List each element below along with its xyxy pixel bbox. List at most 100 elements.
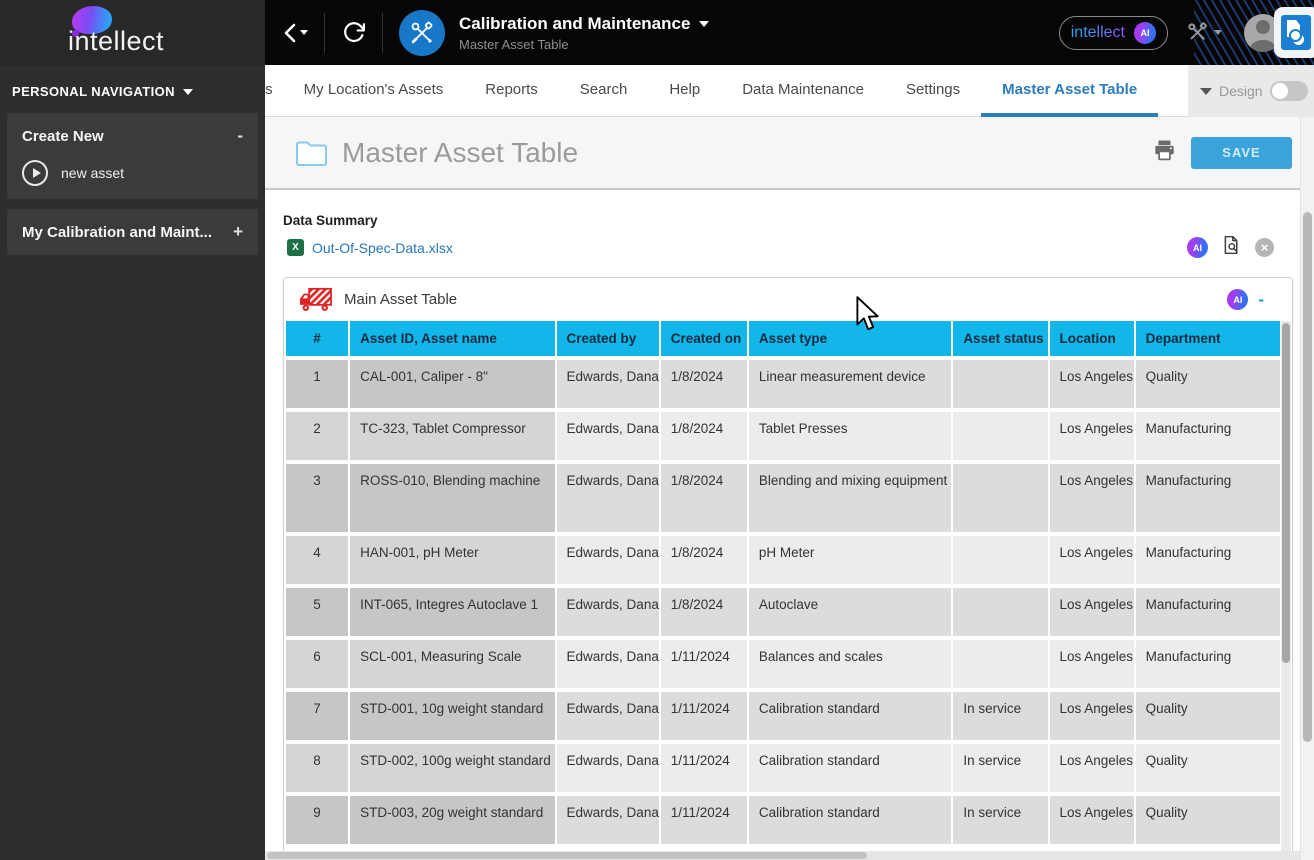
data-summary-file-link[interactable]: Out-Of-Spec-Data.xlsx: [312, 240, 453, 256]
table-row[interactable]: 1CAL-001, Caliper - 8"Edwards, Dana1/8/2…: [286, 360, 1280, 408]
app-title[interactable]: Calibration and Maintenance: [459, 14, 690, 34]
print-button[interactable]: [1152, 138, 1177, 167]
close-icon[interactable]: ×: [1255, 238, 1274, 257]
table-cell: 5: [286, 588, 348, 636]
table-cell: Calibration standard: [749, 796, 951, 844]
table-cell: Balances and scales: [749, 640, 951, 688]
column-header[interactable]: Department: [1136, 321, 1280, 356]
preview-document-button[interactable]: [1221, 234, 1242, 261]
table-row[interactable]: 8STD-002, 100g weight standardEdwards, D…: [286, 744, 1280, 792]
tab-data-maintenance[interactable]: Data Maintenance: [721, 65, 885, 117]
collapse-panel-button[interactable]: -: [1258, 291, 1264, 308]
table-cell: Manufacturing: [1136, 640, 1280, 688]
ai-brain-icon[interactable]: AI: [1187, 237, 1208, 258]
table-row[interactable]: 5INT-065, Integres Autoclave 1Edwards, D…: [286, 588, 1280, 636]
design-toggle-switch[interactable]: [1270, 81, 1308, 101]
chevron-down-icon: [300, 30, 308, 35]
collapse-minus-icon[interactable]: -: [237, 126, 243, 146]
column-header[interactable]: Asset status: [953, 321, 1047, 356]
table-row[interactable]: 2TC-323, Tablet CompressorEdwards, Dana1…: [286, 412, 1280, 460]
ai-brain-icon[interactable]: AI: [1227, 289, 1248, 310]
table-cell: Edwards, Dana: [557, 412, 659, 460]
tab-my-location-s-assets[interactable]: My Location's Assets: [283, 65, 465, 117]
table-cell: HAN-001, pH Meter: [350, 536, 554, 584]
column-header[interactable]: Asset ID, Asset name: [350, 321, 554, 356]
column-header[interactable]: Created on: [661, 321, 747, 356]
table-cell: Edwards, Dana: [557, 464, 659, 532]
tab-help[interactable]: Help: [648, 65, 721, 117]
column-header[interactable]: Location: [1050, 321, 1134, 356]
table-row[interactable]: 4HAN-001, pH MeterEdwards, Dana1/8/2024p…: [286, 536, 1280, 584]
document-search-button[interactable]: [1274, 7, 1314, 58]
personal-navigation-header[interactable]: PERSONAL NAVIGATION: [0, 66, 265, 113]
chevron-down-icon: [1214, 30, 1222, 35]
chevron-down-icon[interactable]: [699, 21, 709, 27]
document-search-icon: [1281, 15, 1311, 50]
tab-master-asset-table[interactable]: Master Asset Table: [981, 65, 1158, 117]
table-row[interactable]: 3ROSS-010, Blending machineEdwards, Dana…: [286, 464, 1280, 532]
table-cell: [953, 536, 1047, 584]
vertical-scrollbar[interactable]: [1300, 117, 1314, 860]
table-cell: STD-002, 100g weight standard: [350, 744, 554, 792]
table-cell: Calibration standard: [749, 744, 951, 792]
table-cell: Quality: [1136, 796, 1280, 844]
save-button[interactable]: SAVE: [1191, 137, 1292, 169]
chevron-down-icon: [183, 89, 193, 95]
table-cell: Quality: [1136, 744, 1280, 792]
expand-plus-icon[interactable]: +: [233, 222, 243, 242]
table-cell: Los Angeles: [1050, 744, 1134, 792]
tab-reports[interactable]: Reports: [464, 65, 559, 117]
refresh-button[interactable]: [325, 20, 382, 45]
chevron-down-icon[interactable]: [1200, 88, 1212, 95]
vertical-scrollbar-thumb[interactable]: [1303, 212, 1312, 742]
horizontal-scrollbar-thumb[interactable]: [267, 852, 867, 859]
app-subtitle: Master Asset Table: [459, 37, 709, 52]
table-cell: Los Angeles: [1050, 360, 1134, 408]
table-cell: [953, 464, 1047, 532]
table-scrollbar[interactable]: [1281, 321, 1291, 851]
crossed-tools-icon: [1186, 21, 1209, 44]
column-header[interactable]: Created by: [557, 321, 659, 356]
table-cell: STD-001, 10g weight standard: [350, 692, 554, 740]
table-row[interactable]: 9STD-003, 20g weight standardEdwards, Da…: [286, 796, 1280, 844]
table-row[interactable]: 6SCL-001, Measuring ScaleEdwards, Dana1/…: [286, 640, 1280, 688]
data-summary-title: Data Summary: [283, 213, 1300, 228]
app-icon-calibration[interactable]: [399, 10, 445, 56]
tools-menu-button[interactable]: [1186, 21, 1222, 44]
table-cell: 1/8/2024: [661, 588, 747, 636]
table-cell: Linear measurement device: [749, 360, 951, 408]
table-cell: 1/11/2024: [661, 692, 747, 740]
table-cell: 3: [286, 464, 348, 532]
table-scrollbar-thumb[interactable]: [1282, 323, 1290, 663]
tab-settings[interactable]: Settings: [885, 65, 981, 117]
table-cell: 1/11/2024: [661, 744, 747, 792]
table-header-row: #Asset ID, Asset nameCreated byCreated o…: [286, 321, 1280, 356]
tab-ts[interactable]: ts: [265, 65, 283, 117]
asset-table: #Asset ID, Asset nameCreated byCreated o…: [284, 317, 1282, 848]
table-cell: Edwards, Dana: [557, 536, 659, 584]
table-cell: SCL-001, Measuring Scale: [350, 640, 554, 688]
page-title: Master Asset Table: [342, 137, 578, 169]
section-title: Create New: [22, 128, 104, 145]
table-cell: Calibration standard: [749, 692, 951, 740]
app-window: intellect PERSONAL NAVIGATION Create New…: [0, 0, 1314, 860]
sidebar-item-label: new asset: [61, 165, 124, 181]
table-cell: 6: [286, 640, 348, 688]
column-header[interactable]: Asset type: [749, 321, 951, 356]
back-button[interactable]: [265, 23, 324, 43]
table-row[interactable]: 7STD-001, 10g weight standardEdwards, Da…: [286, 692, 1280, 740]
horizontal-scrollbar[interactable]: [265, 851, 1300, 860]
intellect-ai-badge[interactable]: intellect AI: [1059, 16, 1168, 50]
tab-search[interactable]: Search: [559, 65, 649, 117]
table-cell: 1/8/2024: [661, 412, 747, 460]
table-cell: 8: [286, 744, 348, 792]
table-cell: INT-065, Integres Autoclave 1: [350, 588, 554, 636]
table-cell: 1/8/2024: [661, 360, 747, 408]
column-header[interactable]: #: [286, 321, 348, 356]
sidebar-item-new-asset[interactable]: new asset: [22, 160, 243, 186]
table-cell: ROSS-010, Blending machine: [350, 464, 554, 532]
table-cell: Los Angeles: [1050, 536, 1134, 584]
logo-area: intellect: [0, 0, 265, 66]
table-cell: Los Angeles: [1050, 464, 1134, 532]
sidebar-section-my-calibration[interactable]: My Calibration and Maint... +: [7, 209, 258, 255]
